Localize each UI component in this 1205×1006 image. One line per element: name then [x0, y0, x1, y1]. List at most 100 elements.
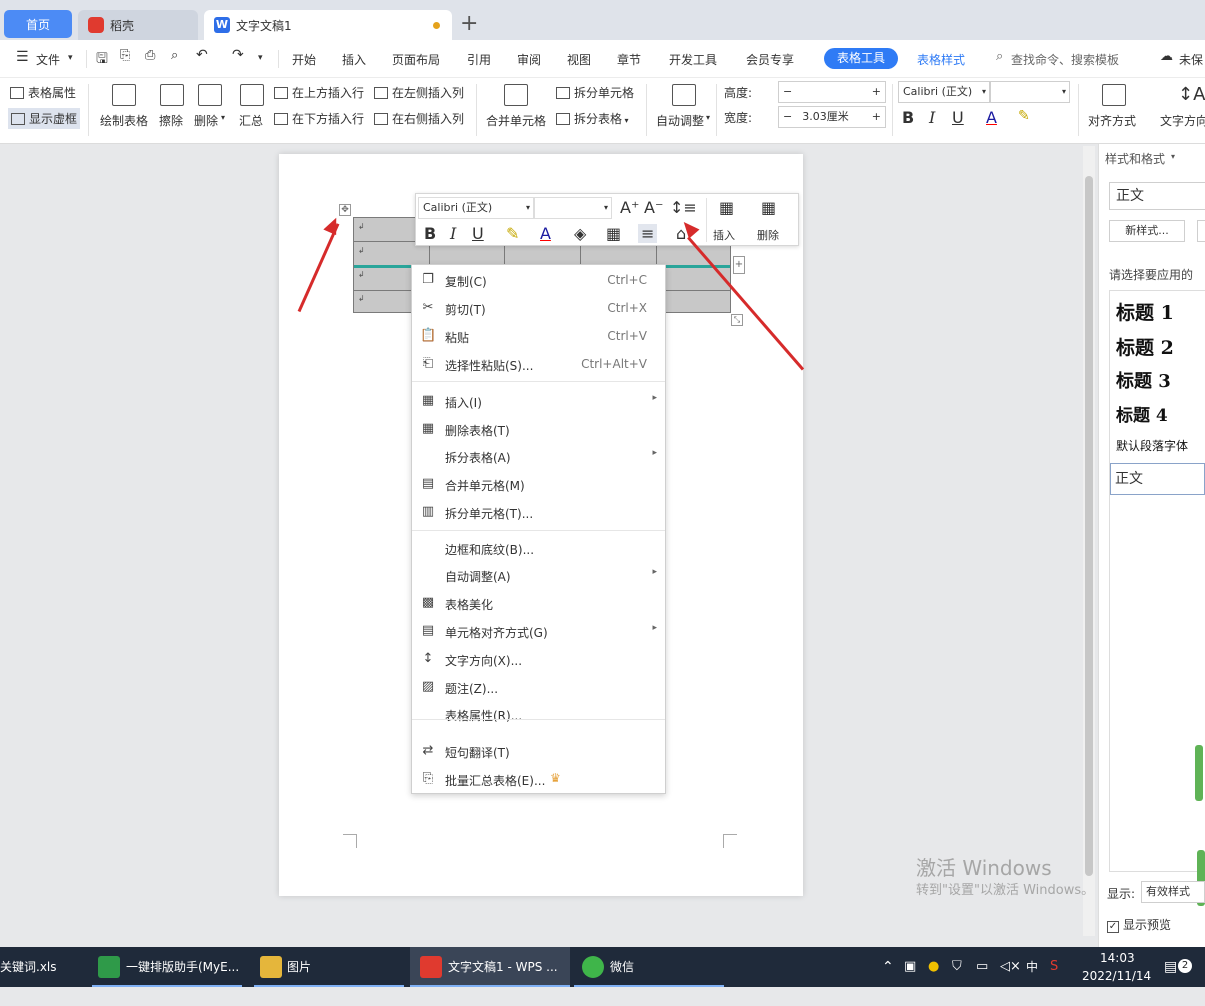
plus-icon[interactable]: + — [872, 107, 881, 127]
mini-underline-icon[interactable]: U — [472, 224, 484, 243]
undo-icon[interactable]: ↶ — [196, 47, 208, 63]
menu-review[interactable]: 审阅 — [517, 51, 541, 68]
redo-icon[interactable]: ↷ — [232, 47, 244, 63]
tray-app-icon[interactable]: ▣ — [904, 947, 916, 987]
menu-chapter[interactable]: 章节 — [617, 51, 641, 68]
context-menu-item[interactable]: ▦ 插入(I) ▸ — [412, 388, 665, 414]
italic-icon[interactable]: I — [929, 108, 935, 127]
mini-font-select[interactable]: Calibri (正文) ▾ — [418, 197, 534, 219]
line-spacing-icon[interactable]: ↕≡ — [670, 198, 697, 217]
show-style-select[interactable]: 有效样式 — [1141, 881, 1205, 903]
context-menu-item[interactable]: ▥ 拆分单元格(T)... — [412, 499, 665, 525]
mini-insert-button[interactable]: 插入 — [713, 227, 735, 243]
draw-table-button[interactable]: 绘制表格 — [100, 112, 148, 129]
width-input[interactable]: −3.03厘米 + — [778, 106, 886, 128]
style-heading-4[interactable]: 标题 4 — [1116, 401, 1168, 426]
quick-access-more-icon[interactable]: ▾ — [258, 53, 263, 63]
clock-date[interactable]: 2022/11/14 — [1082, 966, 1151, 1006]
table-move-handle-icon[interactable]: ✥ — [339, 204, 351, 216]
highlight-icon[interactable]: ✎ — [1018, 108, 1030, 124]
show-preview-checkbox[interactable]: ✓ 显示预览 — [1107, 916, 1171, 933]
insert-row-above-button[interactable]: 在上方插入行 — [274, 84, 364, 101]
text-direction-button[interactable]: 文字方向 — [1160, 112, 1205, 129]
tray-expand-icon[interactable]: ⌃ — [882, 947, 894, 987]
context-menu-item[interactable]: 边框和底纹(B)... — [412, 535, 665, 561]
context-menu-item[interactable]: ❐ 复制(C) Ctrl+C — [412, 267, 665, 293]
menu-insert[interactable]: 插入 — [342, 51, 366, 68]
font-name-select[interactable]: Calibri (正文) ▾ — [898, 81, 990, 103]
current-style-field[interactable]: 正文 — [1109, 182, 1205, 210]
style-heading-2[interactable]: 标题 2 — [1116, 333, 1174, 360]
table-resize-handle-icon[interactable]: ⤡ — [731, 314, 743, 326]
menu-dev-tools[interactable]: 开发工具 — [669, 51, 717, 68]
context-menu-item[interactable]: ▨ 题注(Z)... — [412, 674, 665, 700]
menu-table-tools[interactable]: 表格工具 — [824, 48, 898, 69]
mini-italic-icon[interactable]: I — [450, 224, 456, 243]
summary-button[interactable]: 汇总 — [239, 112, 263, 129]
menu-reference[interactable]: 引用 — [467, 51, 491, 68]
erase-button[interactable]: 擦除 — [159, 112, 183, 129]
context-menu-item[interactable]: ↕ 文字方向(X)... — [412, 646, 665, 672]
context-menu-item[interactable]: 拆分表格(A) ▸ — [412, 443, 665, 469]
new-tab-button[interactable]: + — [460, 12, 478, 36]
context-menu-item[interactable]: 📋 粘贴 Ctrl+V — [412, 323, 665, 349]
export-pdf-icon[interactable]: ⎘ — [120, 48, 130, 63]
taskbar-wps[interactable]: 文字文稿1 - WPS ... — [448, 947, 558, 987]
menu-view[interactable]: 视图 — [567, 51, 591, 68]
new-style-button[interactable]: 新样式... — [1109, 220, 1185, 242]
minus-icon[interactable]: − — [783, 110, 792, 123]
taskbar-excel[interactable]: 关键词.xls — [0, 947, 57, 987]
network-icon[interactable]: ▭ — [976, 947, 988, 987]
mini-shading-icon[interactable]: ◈ — [574, 224, 586, 243]
style-heading-3[interactable]: 标题 3 — [1116, 367, 1171, 393]
style-body[interactable]: 正文 — [1110, 463, 1205, 495]
minus-icon[interactable]: − — [783, 85, 792, 98]
context-menu-item[interactable]: ⎗ 选择性粘贴(S)... Ctrl+Alt+V — [412, 351, 665, 377]
style-default-font[interactable]: 默认段落字体 — [1116, 437, 1188, 454]
ime-indicator[interactable]: 中 — [1026, 947, 1038, 987]
height-input[interactable]: − + — [778, 81, 886, 103]
tab-home[interactable]: 首页 — [4, 10, 72, 38]
menu-start[interactable]: 开始 — [292, 51, 316, 68]
menu-file[interactable]: 文件 — [36, 51, 60, 68]
notification-icon[interactable]: ▤ — [1164, 947, 1177, 987]
show-grid-button[interactable]: 显示虚框 — [8, 108, 81, 129]
print-preview-icon[interactable]: ⌕ — [171, 48, 178, 63]
tray-shield-icon[interactable]: ⛉ — [952, 947, 962, 987]
context-menu-item[interactable]: 表格属性(R)... — [412, 701, 665, 727]
table-properties-button[interactable]: 表格属性 — [10, 84, 76, 101]
context-menu-item[interactable]: ✂ 剪切(T) Ctrl+X — [412, 295, 665, 321]
mini-bold-icon[interactable]: B — [424, 224, 436, 243]
context-menu-item[interactable]: ▤ 单元格对齐方式(G) ▸ — [412, 618, 665, 644]
insert-col-left-button[interactable]: 在左侧插入列 — [374, 84, 464, 101]
context-menu-item[interactable]: 自动调整(A) ▸ — [412, 562, 665, 588]
grow-font-icon[interactable]: A⁺ — [620, 198, 639, 217]
menu-table-style[interactable]: 表格样式 — [917, 51, 965, 68]
mini-align-icon[interactable]: ≡ — [638, 224, 658, 243]
mini-highlight-icon[interactable]: ✎ — [506, 224, 519, 243]
bold-icon[interactable]: B — [902, 108, 914, 127]
print-icon[interactable]: ⎙ — [145, 48, 155, 63]
volume-icon[interactable]: ◁× — [1000, 947, 1021, 987]
align-button[interactable]: 对齐方式 — [1088, 112, 1136, 129]
merge-cells-button[interactable]: 合并单元格 — [486, 112, 546, 129]
context-menu-item[interactable]: ▤ 合并单元格(M) — [412, 471, 665, 497]
delete-button[interactable]: 删除 — [194, 112, 218, 129]
split-table-button[interactable]: 拆分表格 ▾ — [556, 110, 629, 127]
vertical-scrollbar[interactable] — [1083, 146, 1095, 936]
underline-icon[interactable]: U — [952, 108, 964, 127]
context-menu-item[interactable]: ⎘ 批量汇总表格(E)... ♛ — [412, 766, 665, 792]
mini-delete-button[interactable]: 删除 — [757, 227, 779, 243]
tab-daoke[interactable]: 稻壳 — [78, 10, 198, 40]
add-row-icon[interactable]: + — [733, 256, 745, 274]
context-menu-item[interactable]: ▦ 删除表格(T) — [412, 416, 665, 442]
clear-format-button[interactable] — [1197, 220, 1205, 242]
mini-font-color-icon[interactable]: A — [540, 224, 551, 243]
hamburger-icon[interactable]: ☰ — [16, 49, 29, 65]
style-heading-1[interactable]: 标题 1 — [1116, 298, 1174, 325]
menu-page-layout[interactable]: 页面布局 — [392, 51, 440, 68]
insert-row-below-button[interactable]: 在下方插入行 — [274, 110, 364, 127]
context-menu-item[interactable]: ▩ 表格美化 — [412, 590, 665, 616]
tab-document[interactable]: W 文字文稿1 — [204, 10, 452, 40]
mini-border-icon[interactable]: ▦ — [606, 224, 621, 243]
